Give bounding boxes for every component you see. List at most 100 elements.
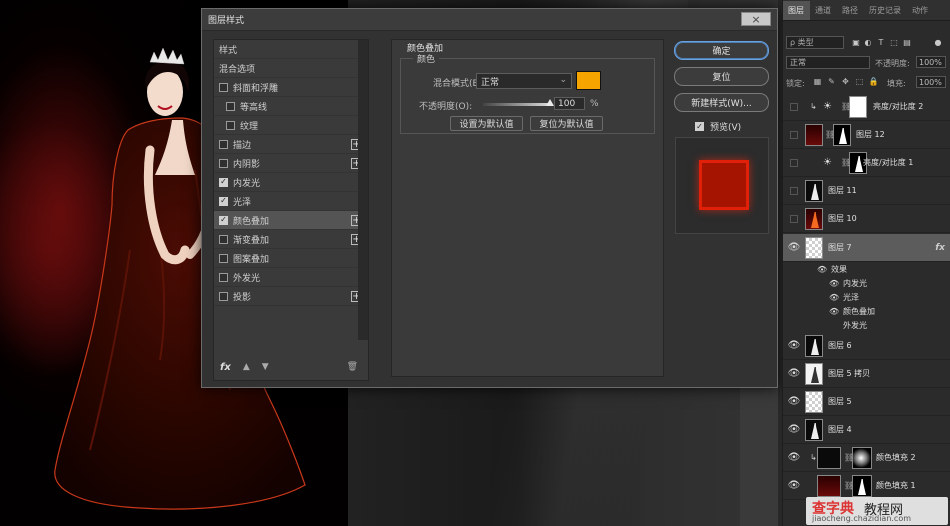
visibility-toggle[interactable] <box>790 130 798 139</box>
effect-row[interactable]: 👁 颜色叠加 <box>783 304 950 318</box>
style-item[interactable]: 描边 + <box>214 135 368 154</box>
ok-button[interactable]: 确定 <box>674 41 769 60</box>
checkbox-icon[interactable] <box>219 158 228 168</box>
eye-icon[interactable]: 👁 <box>817 265 827 274</box>
lock-artboard-icon[interactable]: ⬚ <box>855 77 864 86</box>
checkbox-icon[interactable] <box>226 101 235 111</box>
eye-icon[interactable]: 👁 <box>788 452 801 464</box>
checkbox-checked-icon[interactable]: ✓ <box>219 196 228 206</box>
effect-row[interactable]: 👁 光泽 <box>783 290 950 304</box>
panel-tab[interactable]: 通道 <box>810 5 837 20</box>
checkbox-checked-icon[interactable]: ✓ <box>219 177 228 187</box>
eye-icon[interactable]: 👁 <box>788 242 801 254</box>
dialog-titlebar[interactable]: 图层样式 <box>202 9 777 31</box>
type-filter-icon[interactable]: T <box>876 37 886 47</box>
checkbox-checked-icon[interactable]: ✓ <box>219 215 228 225</box>
style-item[interactable]: ✓ 内发光 <box>214 173 368 192</box>
layer-filter-select[interactable]: ρ 类型 <box>786 36 844 49</box>
style-item[interactable]: 渐变叠加 + <box>214 230 368 249</box>
layer-row[interactable]: 👁 图层 4 <box>783 416 950 444</box>
layer-row[interactable]: 👁 图层 7 fx <box>783 234 950 262</box>
eye-icon[interactable]: 👁 <box>829 293 839 302</box>
checkbox-icon[interactable] <box>219 253 228 263</box>
panel-fill-input[interactable]: 100% <box>916 76 946 88</box>
panel-tab[interactable]: 历史记录 <box>864 5 907 20</box>
effect-row[interactable]: 👁 内发光 <box>783 276 950 290</box>
fx-button[interactable]: fx <box>220 362 231 373</box>
style-item[interactable]: 外发光 <box>214 268 368 287</box>
smart-filter-icon[interactable]: ▤ <box>902 37 912 47</box>
preview-checkbox[interactable]: ✓ 预览(V) <box>695 120 741 133</box>
eye-icon[interactable]: 👁 <box>788 396 801 408</box>
eye-icon[interactable]: 👁 <box>829 307 839 316</box>
visibility-toggle[interactable] <box>790 102 798 111</box>
fx-icon[interactable]: fx <box>935 243 945 253</box>
adjustment-filter-icon[interactable]: ◐ <box>863 37 873 47</box>
opacity-slider-track[interactable] <box>483 103 550 106</box>
style-item[interactable]: 斜面和浮雕 <box>214 78 368 97</box>
layer-row[interactable]: 👁 图层 5 拷贝 <box>783 360 950 388</box>
visibility-toggle[interactable] <box>790 158 798 167</box>
layer-row[interactable]: 图层 11 <box>783 177 950 205</box>
close-button[interactable]: × <box>741 12 771 26</box>
visibility-toggle[interactable] <box>790 214 798 223</box>
thumbnail-figure <box>811 212 819 228</box>
panel-tab[interactable]: 路径 <box>837 5 864 20</box>
lock-pixels-icon[interactable]: ✎ <box>827 77 836 86</box>
panel-tab[interactable]: 图层 <box>783 1 810 20</box>
style-item[interactable]: 纹理 <box>214 116 368 135</box>
checkbox-icon[interactable] <box>219 234 228 244</box>
checkbox-icon[interactable] <box>219 291 228 301</box>
lock-all-icon[interactable]: 🔒 <box>869 77 879 86</box>
layer-row[interactable]: 👁 图层 6 <box>783 332 950 360</box>
filter-toggle-icon[interactable]: ● <box>933 37 943 47</box>
panel-opacity-input[interactable]: 100% <box>916 56 946 68</box>
lock-position-icon[interactable]: ✥ <box>841 77 850 86</box>
move-up-icon[interactable]: ▲ <box>243 362 250 372</box>
move-down-icon[interactable]: ▼ <box>262 362 269 372</box>
style-item[interactable]: 投影 + <box>214 287 368 306</box>
reset-default-button[interactable]: 复位为默认值 <box>530 116 603 131</box>
layer-row[interactable]: 👁 ⛓ 颜色填充 1 <box>783 472 950 500</box>
effect-row[interactable]: 外发光 <box>783 318 950 332</box>
eye-icon[interactable]: 👁 <box>788 340 801 352</box>
checkbox-icon[interactable] <box>226 120 235 130</box>
visibility-toggle[interactable] <box>790 186 798 195</box>
style-item[interactable]: 混合选项 <box>214 59 368 78</box>
reset-button[interactable]: 复位 <box>674 67 769 86</box>
style-item[interactable]: 样式 <box>214 40 368 59</box>
blend-mode-select[interactable]: 正常 ⌄ <box>476 73 572 89</box>
style-list-scrollbar[interactable] <box>358 40 368 340</box>
eye-icon[interactable]: 👁 <box>788 424 801 436</box>
style-item[interactable]: 等高线 <box>214 97 368 116</box>
eye-icon[interactable]: 👁 <box>829 279 839 288</box>
pixel-filter-icon[interactable]: ▣ <box>851 37 861 47</box>
style-item[interactable]: ✓ 光泽 <box>214 192 368 211</box>
layer-row[interactable]: ☀ ⛓ 亮度/对比度 1 <box>783 149 950 177</box>
style-item[interactable]: 内阴影 + <box>214 154 368 173</box>
overlay-color-swatch[interactable] <box>576 71 601 90</box>
checkbox-icon[interactable] <box>219 139 228 149</box>
checkbox-icon[interactable] <box>219 82 228 92</box>
layer-row[interactable]: 👁 图层 5 <box>783 388 950 416</box>
shape-filter-icon[interactable]: ⬚ <box>889 37 899 47</box>
layer-row[interactable]: 👁 ↳ ⛓ 颜色填充 2 <box>783 444 950 472</box>
layer-row[interactable]: 图层 10 <box>783 205 950 233</box>
layer-name: 图层 10 <box>828 214 857 223</box>
lock-transparent-icon[interactable]: ▦ <box>813 77 822 86</box>
checkbox-icon[interactable] <box>219 272 228 282</box>
eye-icon[interactable]: 👁 <box>788 480 801 492</box>
style-item[interactable]: 图案叠加 <box>214 249 368 268</box>
set-default-button[interactable]: 设置为默认值 <box>450 116 523 131</box>
trash-icon[interactable]: 🗑 <box>347 362 358 372</box>
layer-row[interactable]: ⛓ 图层 12 <box>783 121 950 149</box>
style-item[interactable]: ✓ 颜色叠加 + <box>214 211 368 230</box>
new-style-button[interactable]: 新建样式(W)... <box>674 93 769 112</box>
opacity-input[interactable]: 100 <box>554 97 585 110</box>
blend-mode-dropdown[interactable]: 正常 <box>786 56 870 69</box>
eye-icon[interactable]: 👁 <box>788 368 801 380</box>
layer-row[interactable]: ↳ ☀ ⛓ 亮度/对比度 2 <box>783 93 950 121</box>
opacity-slider-thumb[interactable] <box>546 99 554 106</box>
panel-tab[interactable]: 动作 <box>907 5 934 20</box>
effects-header[interactable]: 👁 效果 <box>783 262 950 276</box>
